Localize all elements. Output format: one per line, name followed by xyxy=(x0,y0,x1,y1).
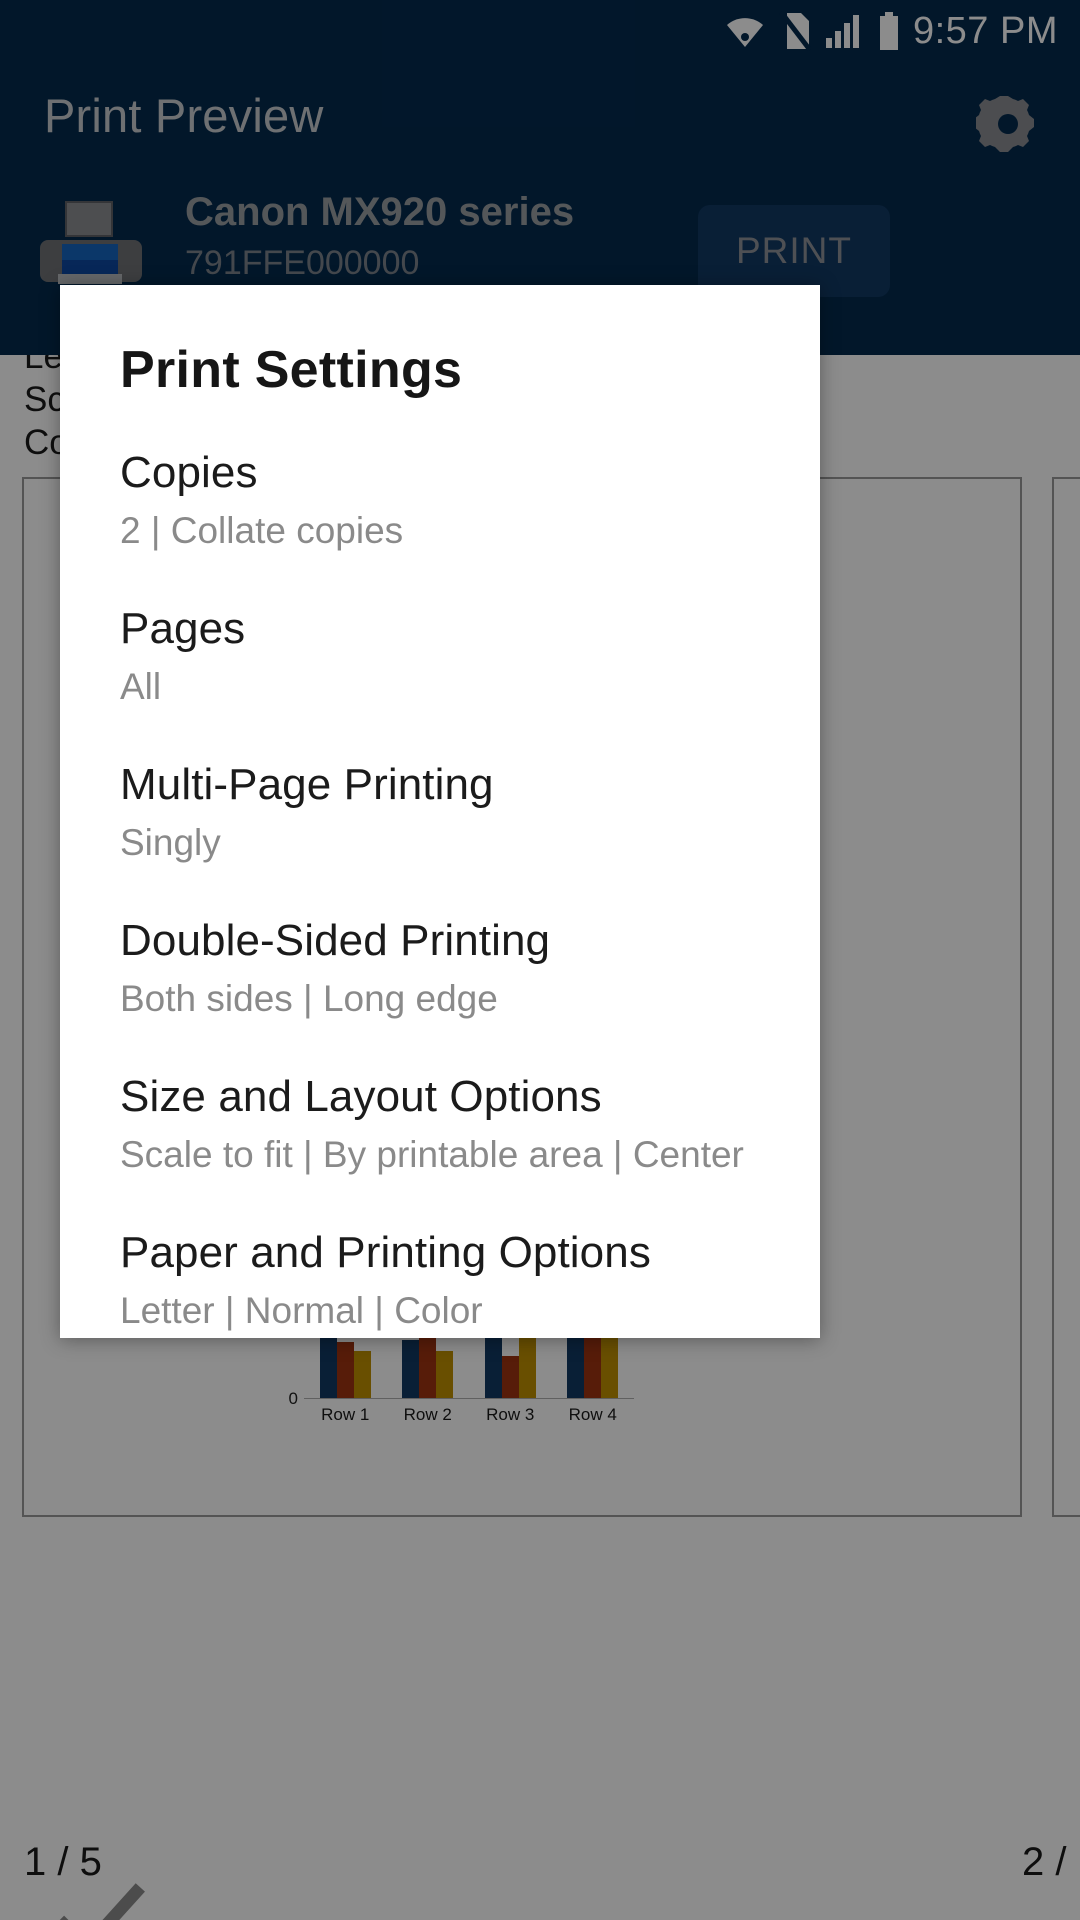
setting-title: Size and Layout Options xyxy=(120,1072,602,1121)
screen: 2 0 Row 1Row 2Row 3Row 4 1 / 5 2 / Lette… xyxy=(0,0,1080,1920)
setting-row[interactable]: Double-Sided Printing Both sides | Long e… xyxy=(120,913,780,1023)
setting-value: Both sides | Long edge xyxy=(120,978,498,1019)
setting-value: All xyxy=(120,666,162,707)
setting-row[interactable]: Copies 2 | Collate copies xyxy=(120,445,780,555)
setting-value: 2 | Collate copies xyxy=(120,510,404,551)
print-settings-dialog: Print Settings Copies 2 | Collate copies P… xyxy=(60,285,820,1338)
setting-value: Letter | Normal | Color xyxy=(120,1290,483,1331)
setting-value: Scale to fit | By printable area | Cente… xyxy=(120,1134,744,1175)
dialog-settings-list: Copies 2 | Collate copies Pages All Multi-Pa… xyxy=(120,445,780,1335)
setting-title: Double-Sided Printing xyxy=(120,916,551,965)
setting-row[interactable]: Size and Layout Options Scale to fit | By… xyxy=(120,1069,780,1179)
setting-value: Singly xyxy=(120,822,221,863)
setting-row[interactable]: Pages All xyxy=(120,601,780,711)
setting-title: Copies xyxy=(120,448,258,497)
setting-title: Paper and Printing Options xyxy=(120,1228,651,1277)
dialog-title: Print Settings xyxy=(120,341,463,399)
setting-title: Pages xyxy=(120,604,246,653)
setting-title: Multi-Page Printing xyxy=(120,760,494,809)
setting-row[interactable]: Paper and Printing Options Letter | Norma… xyxy=(120,1225,780,1335)
setting-row[interactable]: Multi-Page Printing Singly xyxy=(120,757,780,867)
